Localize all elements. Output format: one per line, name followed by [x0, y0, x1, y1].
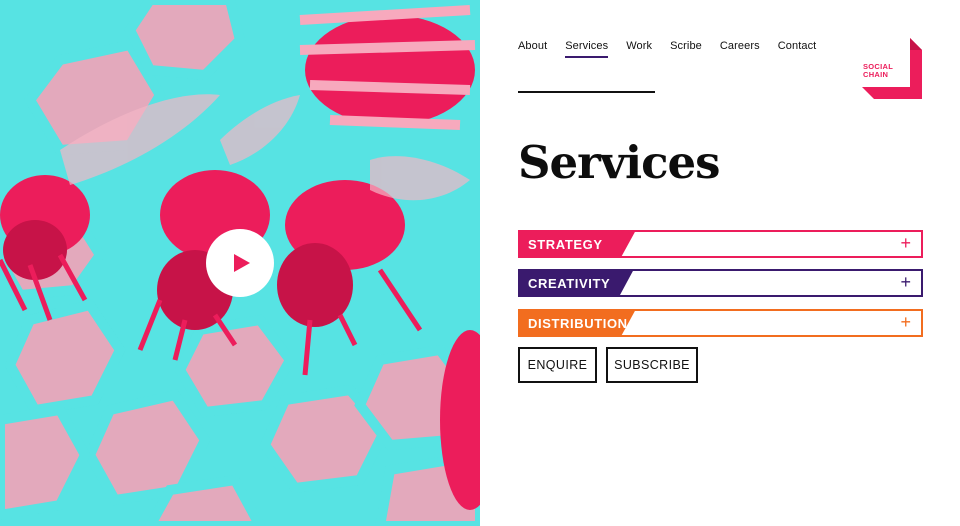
page-title: Services [518, 136, 720, 189]
play-icon [234, 254, 250, 272]
accordion-label: DISTRIBUTION [528, 316, 628, 331]
accordion-creativity[interactable]: CREATIVITY + [518, 269, 923, 297]
nav-item-about[interactable]: About [518, 40, 547, 58]
plus-icon[interactable]: + [900, 272, 911, 292]
plus-icon[interactable]: + [900, 233, 911, 253]
nav-item-scribe[interactable]: Scribe [670, 40, 702, 58]
nav-item-careers[interactable]: Careers [720, 40, 760, 58]
main-nav: About Services Work Scribe Careers Conta… [518, 40, 834, 58]
nav-item-contact[interactable]: Contact [778, 40, 817, 58]
nav-divider [518, 91, 655, 93]
accordion-strategy[interactable]: STRATEGY + [518, 230, 923, 258]
accordion-distribution[interactable]: DISTRIBUTION + [518, 309, 923, 337]
accordion-label: STRATEGY [528, 237, 603, 252]
nav-item-services[interactable]: Services [565, 40, 609, 58]
hero-image [0, 0, 480, 526]
plus-icon[interactable]: + [900, 312, 911, 332]
social-chain-logo[interactable]: SOCIAL CHAIN [862, 38, 922, 99]
logo-wordmark: SOCIAL CHAIN [863, 62, 894, 79]
accordion-label: CREATIVITY [528, 276, 611, 291]
nav-item-work[interactable]: Work [626, 40, 652, 58]
enquire-button[interactable]: ENQUIRE [518, 347, 597, 383]
subscribe-button[interactable]: SUBSCRIBE [606, 347, 698, 383]
play-video-button[interactable] [206, 229, 274, 297]
